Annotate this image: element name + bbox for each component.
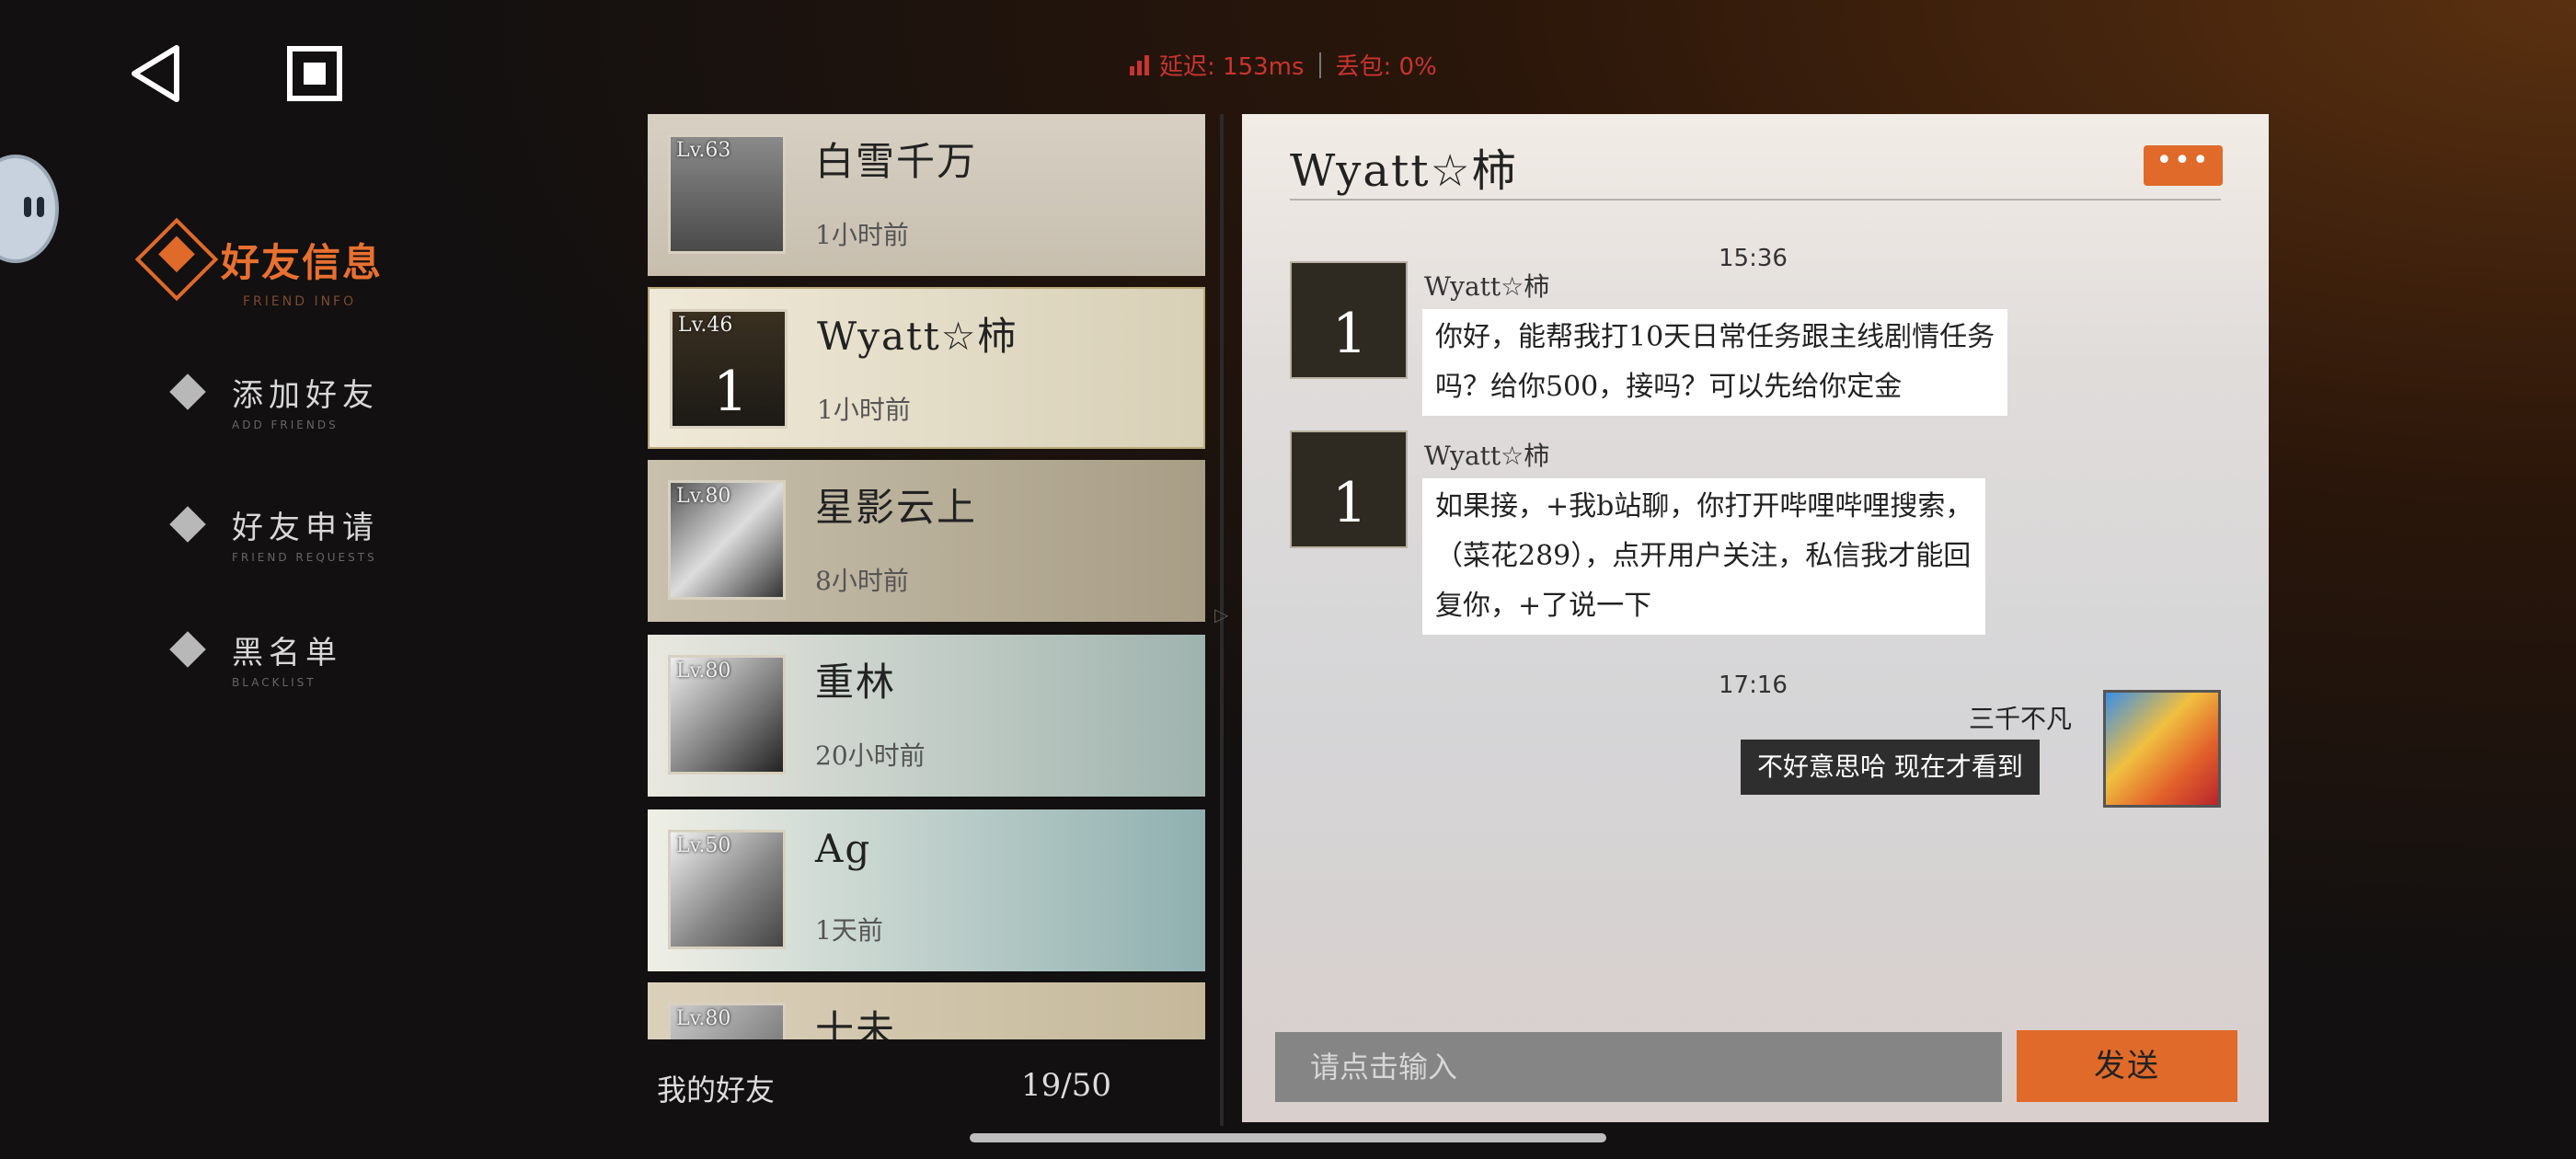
diamond-bullet-icon — [169, 631, 206, 668]
packet-loss-text: 丢包: 0% — [1335, 53, 1437, 81]
my-friends-label: 我的好友 — [657, 1073, 776, 1107]
friend-level: Lv.50 — [676, 834, 731, 857]
signal-icon — [1130, 54, 1149, 75]
back-triangle-icon[interactable] — [129, 44, 184, 103]
sender-avatar[interactable]: 1 — [1290, 261, 1408, 379]
sender-avatar[interactable]: 1 — [1290, 430, 1408, 548]
friend-last-seen: 1天前 — [815, 915, 883, 946]
send-button[interactable]: 发送 — [2017, 1030, 2237, 1102]
message-line: 复你，+了说一下 — [1435, 590, 1652, 622]
friend-level: Lv.80 — [676, 660, 731, 683]
menu-item-friend-requests[interactable]: 好友申请 FRIEND REQUESTS — [169, 502, 379, 564]
friend-avatar: Lv.50 — [668, 830, 786, 949]
friend-card-selected[interactable]: Lv.46 1 Wyatt☆柿 1小时前 — [648, 287, 1205, 449]
diamond-bullet-icon — [169, 373, 206, 410]
message-timestamp: 15:36 — [1719, 245, 1788, 272]
menu-item-blacklist[interactable]: 黑名单 BLACKLIST — [169, 627, 342, 689]
assistant-bot-icon[interactable] — [0, 155, 59, 263]
message-bubble: 你好，能帮我打10天日常任务跟主线剧情任务 吗？给你500，接吗？可以先给你定金 — [1422, 309, 2008, 416]
friend-card[interactable]: Lv.80 重林 20小时前 — [648, 635, 1205, 797]
friend-name: 重林 — [815, 660, 897, 705]
home-indicator[interactable] — [970, 1133, 1606, 1142]
friend-level: Lv.80 — [676, 485, 731, 508]
message-line: 如果接，+我b站聊，你打开哔哩哔哩搜索， — [1435, 490, 1973, 522]
friend-avatar: Lv.63 — [668, 134, 786, 254]
friend-last-seen: 1小时前 — [817, 395, 911, 425]
message-line: 吗？给你500，接吗？可以先给你定金 — [1435, 371, 1903, 403]
message-line: 你好，能帮我打10天日常任务跟主线剧情任务 — [1435, 321, 1995, 353]
chat-input[interactable] — [1275, 1032, 2002, 1102]
friend-name: 十未 — [815, 1007, 897, 1039]
friend-level: Lv.80 — [676, 1007, 731, 1030]
friend-card[interactable]: Lv.63 白雪千万 1小时前 — [648, 114, 1205, 276]
friend-avatar: Lv.80 — [668, 1003, 786, 1039]
friend-avatar: Lv.46 1 — [670, 309, 788, 429]
menu-item-add-friends[interactable]: 添加好友 ADD FRIENDS — [169, 370, 379, 431]
friend-card[interactable]: Lv.80 星影云上 8小时前 — [648, 460, 1205, 622]
my-message-bubble: 不好意思哈 现在才看到 — [1741, 740, 2040, 795]
my-avatar[interactable] — [2103, 690, 2221, 808]
friend-avatar: Lv.80 — [668, 655, 786, 775]
message-line: （菜花289），点开用户关注，私信我才能回 — [1435, 540, 1972, 572]
square-stop-icon[interactable] — [287, 46, 342, 101]
latency-text: 延迟: 153ms — [1159, 53, 1305, 81]
network-status: 延迟: 153ms 丢包: 0% — [1130, 48, 1437, 82]
friend-name: Wyatt☆柿 — [817, 314, 1018, 359]
friend-last-seen: 1小时前 — [815, 220, 909, 250]
friends-count: 19/50 — [1021, 1067, 1111, 1104]
menu-item-label: 黑名单 — [232, 635, 342, 671]
menu-title: 好友信息 FRIEND INFO — [134, 217, 384, 309]
my-name: 三千不凡 — [1969, 704, 2073, 734]
menu-item-subtitle: FRIEND REQUESTS — [232, 551, 377, 564]
chat-panel: Wyatt☆柿 ••• 15:36 1 Wyatt☆柿 你好，能帮我打10天日常… — [1242, 114, 2269, 1122]
friend-name: 星影云上 — [815, 485, 978, 530]
friend-level: Lv.63 — [676, 139, 731, 162]
more-options-button[interactable]: ••• — [2144, 145, 2223, 186]
title-underline — [1290, 199, 2221, 201]
menu-item-subtitle: ADD FRIENDS — [232, 419, 339, 431]
menu-item-label: 添加好友 — [232, 377, 379, 414]
divider-arrow-icon: ▷ — [1214, 603, 1229, 625]
message-timestamp: 17:16 — [1719, 671, 1788, 699]
friend-list[interactable]: Lv.63 白雪千万 1小时前 Lv.46 1 Wyatt☆柿 1小时前 Lv.… — [648, 114, 1205, 1039]
friend-name: 白雪千万 — [815, 139, 978, 184]
friend-card[interactable]: Lv.50 Ag 1天前 — [648, 809, 1205, 971]
sender-name: Wyatt☆柿 — [1424, 441, 1550, 471]
friend-card[interactable]: Lv.80 十未 — [648, 982, 1205, 1039]
friend-last-seen: 8小时前 — [815, 566, 909, 596]
friend-last-seen: 20小时前 — [815, 740, 926, 771]
friend-name: Ag — [815, 826, 872, 871]
menu-title-subtitle: FRIEND INFO — [243, 294, 357, 309]
divider — [1318, 52, 1321, 78]
chat-title: Wyatt☆柿 — [1290, 145, 1518, 197]
friend-level: Lv.46 — [678, 314, 733, 337]
message-bubble: 如果接，+我b站聊，你打开哔哩哔哩搜索， （菜花289），点开用户关注，私信我才… — [1422, 478, 1986, 635]
menu-item-subtitle: BLACKLIST — [232, 676, 316, 689]
diamond-bullet-icon — [169, 506, 206, 543]
friend-info-diamond-icon — [134, 217, 219, 302]
menu-item-label: 好友申请 — [232, 510, 379, 546]
menu-title-text: 好友信息 — [221, 239, 384, 285]
sender-name: Wyatt☆柿 — [1424, 271, 1550, 302]
friend-avatar: Lv.80 — [668, 480, 786, 600]
